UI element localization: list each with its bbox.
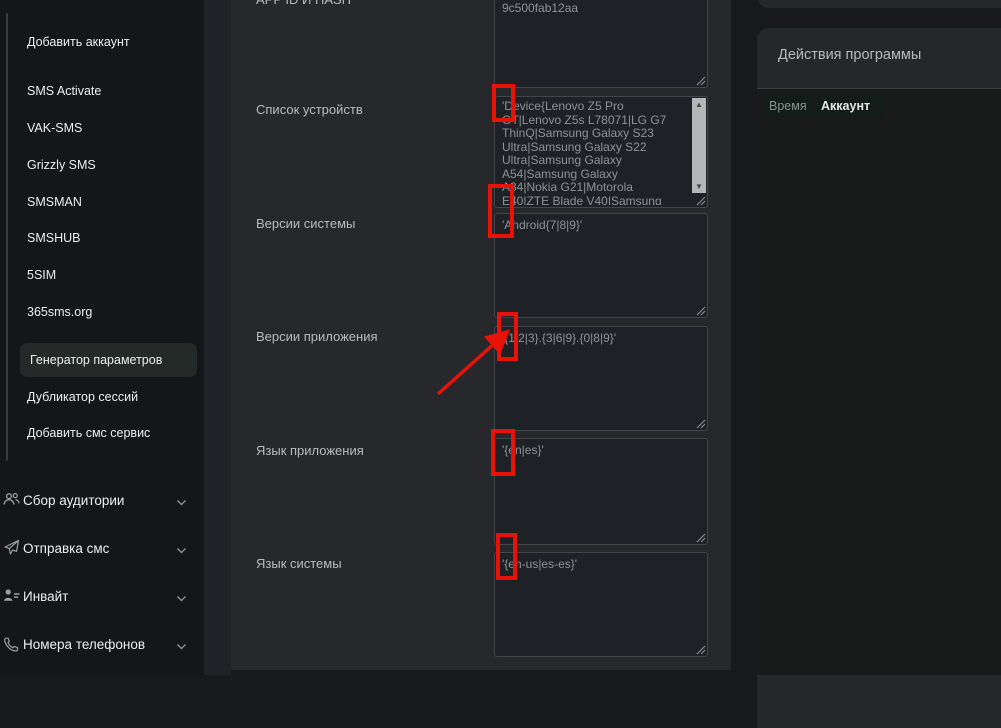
app-versions-textarea[interactable]: '{1|2|3}.{3|6|9}.{0|8|9}': [494, 326, 708, 431]
column-header-account[interactable]: Аккаунт: [815, 95, 883, 117]
right-panel-top-card-fragment: [757, 0, 1001, 8]
textarea-line: Ultra|Samsung Galaxy: [502, 154, 689, 168]
sidebar-item-add-sms-service[interactable]: Добавить смс сервис: [27, 426, 150, 440]
textarea-line: '{en-us|es-es}': [502, 557, 703, 572]
device-list-scrollbar[interactable]: ▲ ▼: [692, 98, 706, 193]
resize-grip-icon[interactable]: [696, 306, 706, 316]
program-actions-title: Действия программы: [778, 47, 921, 63]
sidebar-gap: [204, 0, 231, 675]
field-label-app-language: Язык приложения: [256, 444, 364, 458]
textarea-line: Ultra|Samsung Galaxy S22: [502, 141, 689, 155]
sidebar-item-5sim[interactable]: 5SIM: [27, 268, 56, 282]
resize-grip-icon[interactable]: [696, 76, 706, 86]
system-versions-textarea[interactable]: 'Android{7|8|9}': [494, 213, 708, 318]
sidebar-section-label: Сбор аудитории: [23, 493, 124, 508]
person-list-icon: [3, 587, 20, 604]
sidebar-section-phone-numbers[interactable]: Номера телефонов: [0, 635, 204, 657]
sidebar-section-invite[interactable]: Инвайт: [0, 587, 204, 609]
sidebar-item-generator[interactable]: Генератор параметров: [30, 353, 162, 367]
chevron-down-icon: [176, 643, 187, 651]
sidebar-scrollbar[interactable]: [6, 13, 8, 461]
scroll-up-icon[interactable]: ▲: [692, 98, 706, 111]
program-actions-table: [757, 89, 1001, 675]
textarea-line: ThinQ|Samsung Galaxy S23: [502, 127, 689, 141]
field-label-app-id-hash: APP ID И HASH: [256, 0, 351, 7]
textarea-line: GT|Lenovo Z5s L78071|LG G7: [502, 114, 689, 128]
sidebar-section-audience[interactable]: Сбор аудитории: [0, 491, 204, 513]
sidebar-item-smsman[interactable]: SMSMAN: [27, 195, 82, 209]
field-label-device-list: Список устройств: [256, 103, 363, 117]
sidebar-item-add-account[interactable]: Добавить аккаунт: [27, 35, 130, 49]
column-header-time[interactable]: Время: [763, 95, 813, 117]
textarea-line: 9c500fab12aa: [502, 1, 703, 16]
people-group-icon: [3, 491, 20, 508]
sidebar-item-smshub[interactable]: SMSHUB: [27, 231, 80, 245]
field-label-app-versions: Версии приложения: [256, 330, 378, 344]
textarea-line: 'Android{7|8|9}': [502, 218, 703, 233]
chevron-down-icon: [176, 547, 187, 555]
textarea-line: E40|ZTE Blade V40|Samsung: [502, 195, 689, 206]
chevron-down-icon: [176, 595, 187, 603]
textarea-line: A34|Nokia G21|Motorola: [502, 181, 689, 195]
chevron-down-icon: [176, 499, 187, 507]
phone-icon: [3, 636, 20, 653]
sidebar: Добавить аккаунт SMS Activate VAK-SMS Gr…: [0, 0, 204, 675]
paper-plane-icon: [3, 539, 20, 556]
resize-grip-icon[interactable]: [696, 533, 706, 543]
app-id-hash-textarea[interactable]: f1e7b57e4b8cc0db553d08bb1e0655c3 9c500fa…: [494, 0, 708, 88]
resize-grip-icon[interactable]: [696, 196, 706, 206]
sidebar-item-session-duplicator[interactable]: Дубликатор сессий: [27, 390, 138, 404]
textarea-line: 'Device{Lenovo Z5 Pro: [502, 100, 689, 114]
sidebar-section-label: Номера телефонов: [23, 637, 145, 652]
resize-grip-icon[interactable]: [696, 419, 706, 429]
scroll-down-icon[interactable]: ▼: [692, 180, 706, 193]
device-list-textarea[interactable]: 'Device{Lenovo Z5 Pro GT|Lenovo Z5s L780…: [494, 96, 708, 208]
system-language-textarea[interactable]: '{en-us|es-es}': [494, 552, 708, 657]
parameter-generator-panel: APP ID И HASH f1e7b57e4b8cc0db553d08bb1e…: [231, 0, 731, 670]
resize-grip-icon[interactable]: [696, 645, 706, 655]
sidebar-section-send-sms[interactable]: Отправка смс: [0, 539, 204, 561]
app-language-textarea[interactable]: '{en|es}': [494, 438, 708, 545]
sidebar-item-grizzly-sms[interactable]: Grizzly SMS: [27, 158, 96, 172]
sidebar-section-label: Инвайт: [23, 589, 68, 604]
textarea-line: '{en|es}': [502, 443, 703, 458]
field-label-system-versions: Версии системы: [256, 217, 355, 231]
textarea-line: '{1|2|3}.{3|6|9}.{0|8|9}': [502, 331, 703, 346]
sidebar-item-vak-sms[interactable]: VAK-SMS: [27, 121, 82, 135]
sidebar-section-label: Отправка смс: [23, 541, 109, 556]
textarea-line: A54|Samsung Galaxy: [502, 168, 689, 182]
sidebar-item-sms-activate[interactable]: SMS Activate: [27, 84, 101, 98]
field-label-system-language: Язык системы: [256, 557, 342, 571]
sidebar-item-365sms[interactable]: 365sms.org: [27, 305, 92, 319]
